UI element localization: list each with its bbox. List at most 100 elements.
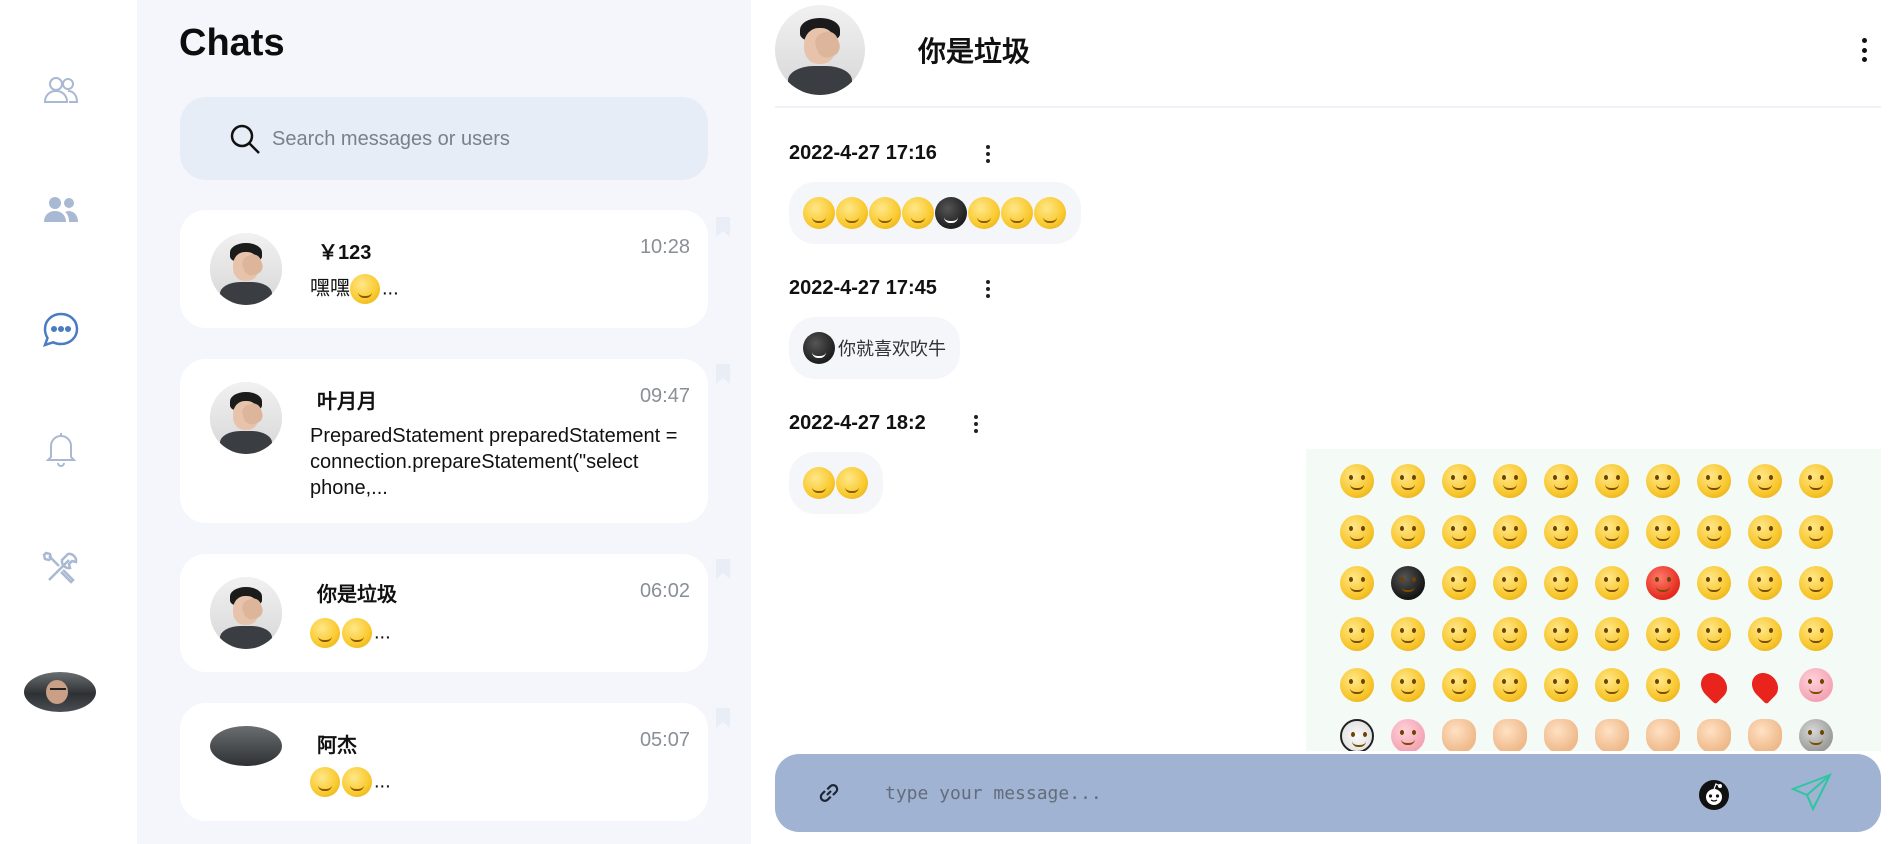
link-icon[interactable] — [815, 779, 843, 807]
search-input[interactable] — [272, 121, 672, 157]
emoji-option[interactable] — [1382, 455, 1433, 506]
avatar — [210, 577, 282, 649]
emoji-option[interactable] — [1535, 659, 1586, 710]
bookmark-icon[interactable] — [716, 708, 730, 728]
emoji-option[interactable] — [1484, 557, 1535, 608]
avatar[interactable] — [775, 5, 865, 95]
emoji-option[interactable] — [1586, 608, 1637, 659]
emoji-icon — [1747, 616, 1782, 651]
chat-item[interactable]: 你是垃圾 06:02 ... — [180, 554, 730, 672]
emoji-option[interactable] — [1484, 608, 1535, 659]
chat-icon[interactable] — [39, 308, 83, 352]
emoji-option[interactable] — [1382, 557, 1433, 608]
emoji-option[interactable] — [1331, 455, 1382, 506]
bookmark-icon[interactable] — [716, 364, 730, 384]
emoji-option[interactable] — [1586, 506, 1637, 557]
message-options-icon[interactable] — [973, 415, 979, 433]
emoji-option[interactable] — [1535, 557, 1586, 608]
emoji-option[interactable] — [1688, 659, 1739, 710]
emoji-icon[interactable] — [1698, 779, 1730, 811]
emoji-option[interactable] — [1637, 710, 1688, 751]
emoji-option[interactable] — [1739, 710, 1790, 751]
emoji-option[interactable] — [1382, 710, 1433, 751]
emoji-option[interactable] — [1790, 710, 1841, 751]
emoji-option[interactable] — [1637, 557, 1688, 608]
emoji-option[interactable] — [1790, 608, 1841, 659]
emoji-icon — [1390, 514, 1425, 549]
emoji-option[interactable] — [1484, 506, 1535, 557]
emoji-grid — [1331, 455, 1841, 751]
emoji-option[interactable] — [1535, 710, 1586, 751]
user-avatar[interactable] — [24, 672, 96, 712]
emoji-option[interactable] — [1790, 659, 1841, 710]
emoji-option[interactable] — [1484, 455, 1535, 506]
emoji-option[interactable] — [1382, 608, 1433, 659]
emoji-option[interactable] — [1586, 659, 1637, 710]
emoji-option[interactable] — [1739, 506, 1790, 557]
emoji-option[interactable] — [1790, 557, 1841, 608]
conversation-header: 你是垃圾 — [775, 0, 1881, 108]
message-options-icon[interactable] — [985, 280, 991, 298]
emoji-option[interactable] — [1484, 710, 1535, 751]
emoji-option[interactable] — [1433, 455, 1484, 506]
tools-icon[interactable] — [39, 546, 83, 590]
bookmark-icon[interactable] — [716, 559, 730, 579]
emoji-icon — [1543, 514, 1578, 549]
emoji-icon — [1001, 197, 1033, 229]
emoji-option[interactable] — [1739, 557, 1790, 608]
emoji-option[interactable] — [1433, 608, 1484, 659]
emoji-option[interactable] — [1331, 557, 1382, 608]
emoji-option[interactable] — [1637, 659, 1688, 710]
send-icon[interactable] — [1790, 771, 1834, 815]
emoji-option[interactable] — [1688, 455, 1739, 506]
chat-time: 09:47 — [639, 385, 690, 407]
emoji-icon — [1543, 616, 1578, 651]
contacts-icon[interactable] — [39, 68, 83, 112]
emoji-option[interactable] — [1331, 659, 1382, 710]
chat-item[interactable]: 阿杰 05:07 ... — [180, 703, 730, 821]
emoji-option[interactable] — [1688, 506, 1739, 557]
emoji-option[interactable] — [1790, 506, 1841, 557]
emoji-option[interactable] — [1637, 506, 1688, 557]
emoji-option[interactable] — [1433, 710, 1484, 751]
emoji-option[interactable] — [1382, 506, 1433, 557]
emoji-option[interactable] — [1433, 659, 1484, 710]
message-options-icon[interactable] — [985, 145, 991, 163]
chat-item[interactable]: ￥123 10:28 嘿嘿... — [180, 210, 730, 328]
emoji-option[interactable] — [1739, 608, 1790, 659]
emoji-option[interactable] — [1433, 557, 1484, 608]
emoji-option[interactable] — [1535, 455, 1586, 506]
bell-icon[interactable] — [39, 426, 83, 470]
emoji-option[interactable] — [1739, 455, 1790, 506]
emoji-option[interactable] — [1739, 659, 1790, 710]
emoji-option[interactable] — [1586, 557, 1637, 608]
search-box[interactable] — [180, 97, 708, 180]
emoji-icon — [1390, 718, 1425, 751]
emoji-option[interactable] — [1331, 710, 1382, 751]
emoji-option[interactable] — [1586, 455, 1637, 506]
message-input[interactable] — [885, 776, 1645, 810]
emoji-option[interactable] — [1382, 659, 1433, 710]
emoji-option[interactable] — [1688, 557, 1739, 608]
emoji-option[interactable] — [1790, 455, 1841, 506]
emoji-option[interactable] — [1535, 608, 1586, 659]
emoji-option[interactable] — [1433, 506, 1484, 557]
emoji-option[interactable] — [1637, 455, 1688, 506]
emoji-option[interactable] — [1535, 506, 1586, 557]
avatar-face — [46, 680, 68, 704]
emoji-option[interactable] — [1586, 710, 1637, 751]
groups-icon[interactable] — [39, 188, 83, 232]
emoji-option[interactable] — [1637, 608, 1688, 659]
chat-item[interactable]: 叶月月 09:47 PreparedStatement preparedStat… — [180, 359, 730, 523]
emoji-icon — [1798, 514, 1833, 549]
emoji-icon — [935, 197, 967, 229]
emoji-option[interactable] — [1331, 506, 1382, 557]
emoji-icon — [1747, 565, 1782, 600]
more-options-icon[interactable] — [1860, 38, 1868, 62]
emoji-option[interactable] — [1331, 608, 1382, 659]
emoji-option[interactable] — [1688, 608, 1739, 659]
emoji-icon — [836, 197, 868, 229]
emoji-option[interactable] — [1484, 659, 1535, 710]
bookmark-icon[interactable] — [716, 217, 730, 237]
emoji-option[interactable] — [1688, 710, 1739, 751]
